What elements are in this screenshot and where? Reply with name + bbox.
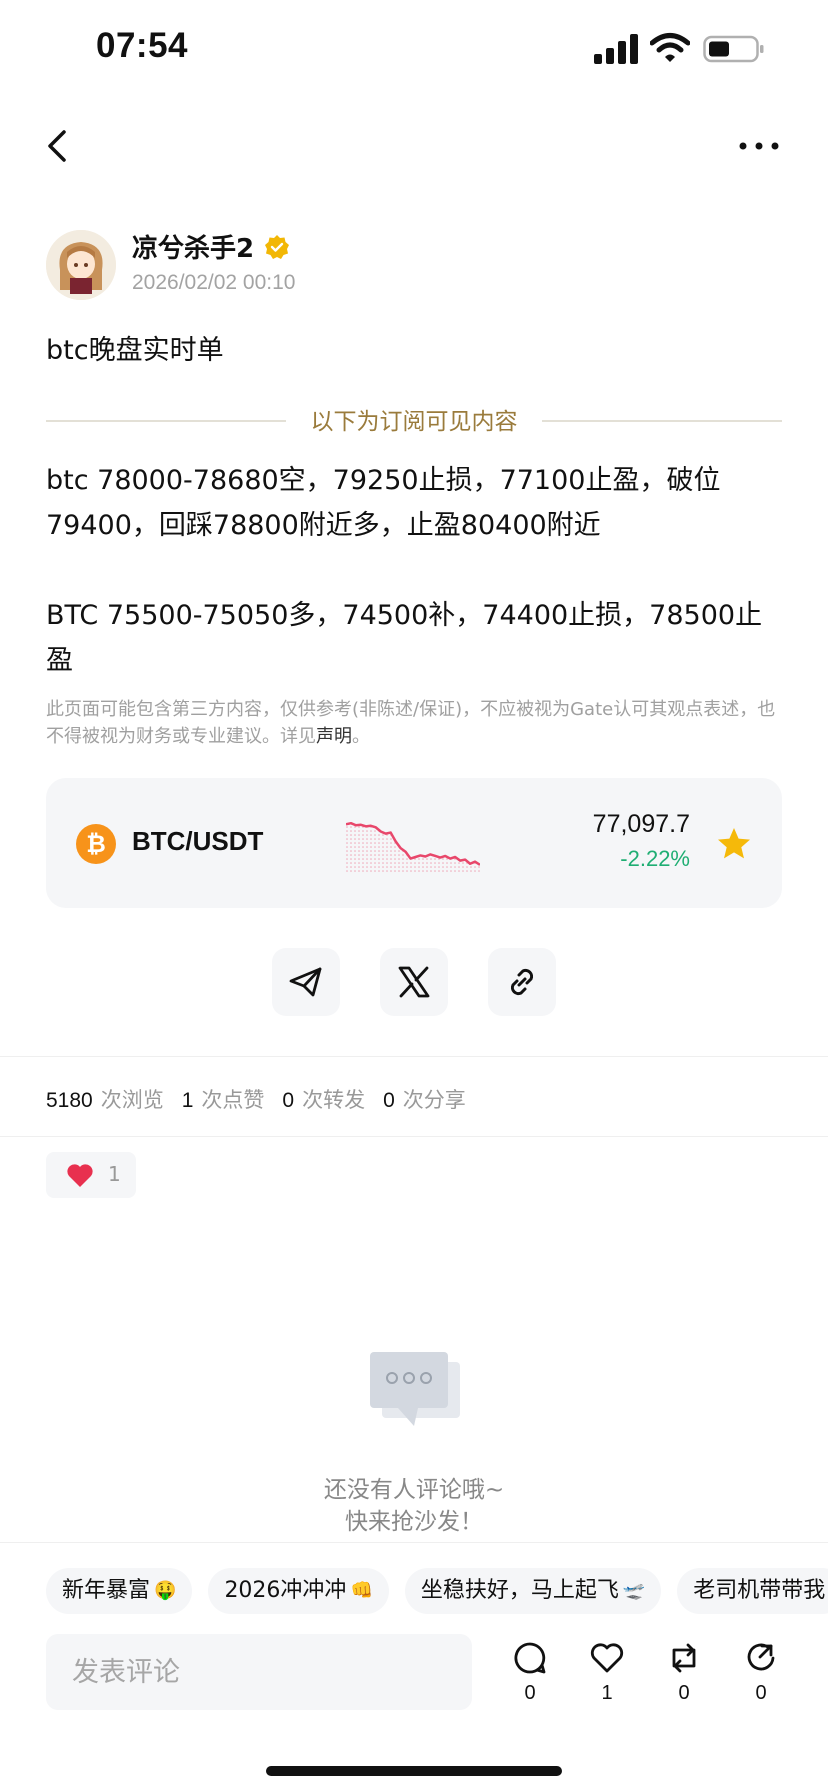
disclaimer-text: 此页面可能包含第三方内容，仅供参考(非陈述/保证)，不应被视为Gate认可其观点… (46, 699, 776, 747)
share-arrow-icon (747, 1643, 775, 1671)
share-x-button[interactable] (380, 948, 448, 1016)
heart-outline-icon (590, 1643, 624, 1673)
comment-input[interactable] (46, 1634, 472, 1710)
svg-text:₿: ₿ (86, 830, 106, 858)
share-telegram-button[interactable] (272, 948, 340, 1016)
section-divider (0, 1136, 828, 1137)
tag-emoji: 👊 (350, 1580, 373, 1601)
empty-state-line2: 快来抢沙发！ (345, 1509, 483, 1535)
more-options-icon[interactable] (735, 128, 783, 164)
author-name[interactable]: 凉兮杀手2 (132, 228, 254, 265)
cellular-signal-icon (594, 34, 638, 64)
comment-count: 0 (524, 1682, 536, 1704)
ticker-pair: BTC/USDT (132, 826, 264, 856)
x-logo-icon (398, 966, 430, 998)
repost-icon (672, 1643, 696, 1673)
like-action[interactable]: 1 (579, 1640, 635, 1710)
subscription-divider-label: 以下为订阅可见内容 (310, 409, 518, 435)
author-avatar[interactable] (46, 230, 116, 300)
like-count: 1 (601, 1682, 613, 1704)
comment-action[interactable]: 0 (502, 1640, 558, 1710)
post-stats: 5180 次浏览 1 次点赞 0 次转发 0 次分享 (46, 1084, 466, 1114)
repost-action[interactable]: 0 (656, 1640, 712, 1710)
bitcoin-icon: ₿ (76, 824, 116, 864)
ticker-card[interactable]: ₿ BTC/USDT 77,097.7 -2.22% (46, 778, 782, 908)
status-bar: 07:54 (0, 0, 828, 100)
telegram-icon (289, 967, 322, 997)
reaction-count: 1 (108, 1162, 121, 1186)
tag-chip[interactable]: 2026冲冲冲 👊 (208, 1568, 389, 1614)
empty-comments-icon (370, 1352, 460, 1426)
home-indicator (266, 1766, 562, 1776)
status-time: 07:54 (96, 26, 189, 65)
subscription-divider: 以下为订阅可见内容 (46, 402, 782, 438)
ticker-price: 77,097.7 (592, 810, 690, 838)
tag-emoji: 🤑 (154, 1580, 177, 1601)
post-timestamp: 2026/02/02 00:10 (132, 271, 296, 294)
battery-icon (703, 35, 764, 63)
disclaimer: 此页面可能包含第三方内容，仅供参考(非陈述/保证)，不应被视为Gate认可其观点… (46, 696, 786, 750)
back-icon[interactable] (40, 124, 76, 168)
favorite-star-icon[interactable] (716, 826, 752, 862)
tag-emoji: 🛫 (622, 1580, 646, 1601)
tag-chip[interactable]: 坐稳扶好，马上起飞 🛫 (404, 1568, 662, 1614)
disclaimer-link[interactable]: 声明 (316, 726, 352, 747)
likes-stat: 1 次点赞 (181, 1088, 265, 1112)
anime-avatar-icon (46, 230, 116, 300)
price-sparkline (346, 821, 480, 874)
post-title: btc晚盘实时单 (46, 335, 224, 366)
section-divider (0, 1542, 828, 1543)
disclaimer-end: 。 (352, 726, 370, 747)
ticker-change: -2.22% (620, 846, 690, 871)
section-divider (0, 1056, 828, 1057)
share-action[interactable]: 0 (733, 1640, 789, 1710)
verified-badge-icon (265, 235, 289, 259)
copy-link-button[interactable] (488, 948, 556, 1016)
reposts-stat: 0 次转发 (282, 1088, 366, 1112)
sparkline-area (346, 823, 480, 874)
tag-chip[interactable]: 新年暴富 🤑 (46, 1568, 193, 1614)
empty-state-line1: 还没有人评论哦~ (323, 1477, 505, 1503)
quick-reply-tags: 新年暴富 🤑 2026冲冲冲 👊 坐稳扶好，马上起飞 🛫 老司机带带我 (46, 1568, 828, 1614)
tag-chip[interactable]: 老司机带带我 (677, 1568, 828, 1614)
share-count: 0 (755, 1682, 767, 1704)
shares-stat: 0 次分享 (383, 1088, 466, 1112)
link-icon (510, 968, 534, 996)
heart-reaction-chip[interactable]: 1 (46, 1152, 136, 1198)
divider-line-right (542, 420, 782, 422)
post-body: btc 78000-78680空，79250止损，77100止盈，破位79400… (46, 465, 763, 676)
repost-count: 0 (678, 1682, 690, 1704)
heart-icon (67, 1164, 93, 1187)
wifi-icon (650, 33, 690, 62)
views-stat: 5180 次浏览 (46, 1088, 164, 1112)
comment-bubble-icon (514, 1642, 546, 1674)
